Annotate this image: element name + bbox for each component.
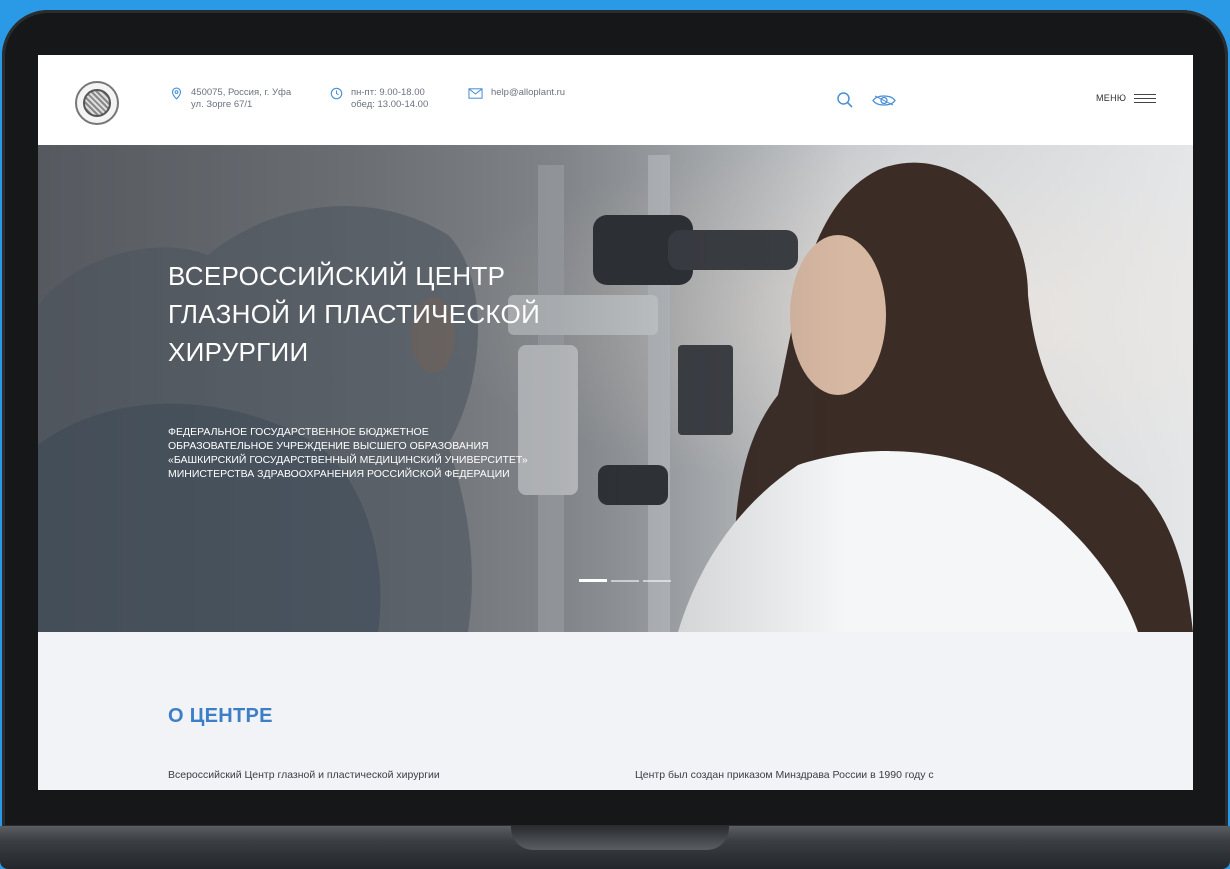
slider-dot-2[interactable]: [611, 580, 639, 582]
header-email[interactable]: help@alloplant.ru: [468, 87, 565, 100]
hero-title-line: ВСЕРОССИЙСКИЙ ЦЕНТР: [168, 261, 506, 291]
address-line-2: ул. Зорге 67/1: [191, 99, 253, 110]
header-address: 450075, Россия, г. Уфа ул. Зорге 67/1: [170, 87, 291, 111]
slider-pagination: [579, 579, 671, 582]
menu-label: МЕНЮ: [1096, 93, 1127, 103]
hero-title-line: ГЛАЗНОЙ И ПЛАСТИЧЕСКОЙ: [168, 299, 541, 329]
eye-icon[interactable]: [872, 93, 896, 108]
hero-title: ВСЕРОССИЙСКИЙ ЦЕНТР ГЛАЗНОЙ И ПЛАСТИЧЕСК…: [168, 257, 608, 371]
email-link[interactable]: help@alloplant.ru: [491, 87, 565, 99]
slider-dot-3[interactable]: [643, 580, 671, 582]
logo-emblem-icon: [83, 89, 111, 117]
hours-line-2: обед: 13.00-14.00: [351, 99, 429, 110]
address-line-1: 450075, Россия, г. Уфа: [191, 87, 292, 98]
laptop-notch: [511, 826, 729, 850]
hamburger-icon: [1134, 93, 1157, 103]
hero-overlay: [38, 145, 1193, 632]
hero-slider: ВСЕРОССИЙСКИЙ ЦЕНТР ГЛАЗНОЙ И ПЛАСТИЧЕСК…: [38, 145, 1193, 632]
about-section: О ЦЕНТРЕ Всероссийский Центр глазной и п…: [38, 632, 1193, 790]
about-text-col-1: Всероссийский Центр глазной и пластическ…: [168, 769, 440, 781]
hero-subtitle-line: «БАШКИРСКИЙ ГОСУДАРСТВЕННЫЙ МЕДИЦИНСКИЙ …: [168, 454, 528, 466]
site-header: 450075, Россия, г. Уфа ул. Зорге 67/1 пн…: [38, 55, 1193, 145]
hero-subtitle-line: МИНИСТЕРСТВА ЗДРАВООХРАНЕНИЯ РОССИЙСКОЙ …: [168, 468, 510, 480]
hero-title-line: ХИРУРГИИ: [168, 337, 309, 367]
menu-button[interactable]: МЕНЮ: [1096, 93, 1157, 103]
about-text-col-2: Центр был создан приказом Минздрава Росс…: [635, 769, 934, 781]
logo[interactable]: [75, 81, 119, 125]
hours-line-1: пн-пт: 9.00-18.00: [351, 87, 425, 98]
about-title: О ЦЕНТРЕ: [168, 705, 273, 727]
hero-subtitle: ФЕДЕРАЛЬНОЕ ГОСУДАРСТВЕННОЕ БЮДЖЕТНОЕ ОБ…: [168, 425, 628, 481]
slider-dot-1[interactable]: [579, 579, 607, 582]
search-icon[interactable]: [836, 91, 854, 109]
hero-subtitle-line: ОБРАЗОВАТЕЛЬНОЕ УЧРЕЖДЕНИЕ ВЫСШЕГО ОБРАЗ…: [168, 440, 489, 452]
hero-subtitle-line: ФЕДЕРАЛЬНОЕ ГОСУДАРСТВЕННОЕ БЮДЖЕТНОЕ: [168, 426, 429, 438]
mail-icon: [468, 88, 483, 99]
location-pin-icon: [171, 87, 182, 100]
browser-viewport: 450075, Россия, г. Уфа ул. Зорге 67/1 пн…: [38, 55, 1193, 790]
header-hours: пн-пт: 9.00-18.00 обед: 13.00-14.00: [330, 87, 428, 111]
clock-icon: [330, 87, 343, 100]
